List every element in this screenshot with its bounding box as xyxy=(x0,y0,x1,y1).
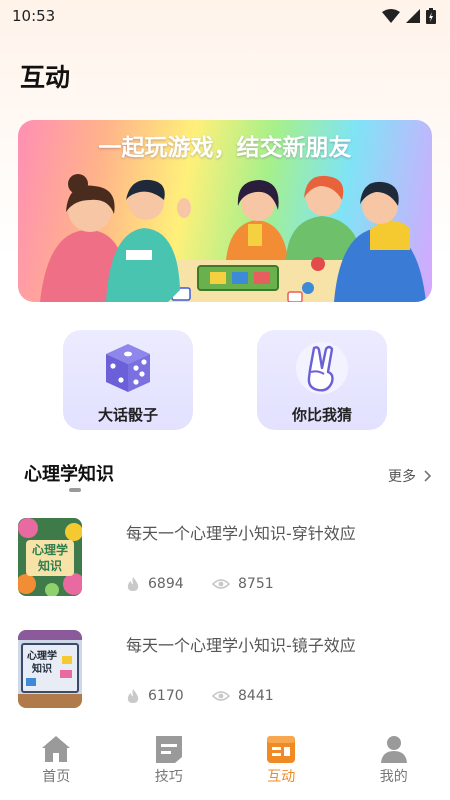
tab-label-home: 首页 xyxy=(42,769,71,785)
tab-label-profile: 我的 xyxy=(379,769,408,785)
tab-label-interaction: 互动 xyxy=(267,769,296,785)
profile-icon xyxy=(380,736,407,763)
section-title: 心理学知识 xyxy=(24,464,114,485)
page-title: 互动 xyxy=(20,63,71,92)
status-time: 10:53 xyxy=(12,7,56,25)
chevron-right-icon xyxy=(424,470,432,482)
views-count: 8441 xyxy=(238,688,274,704)
status-icons xyxy=(382,8,436,24)
wifi-icon xyxy=(382,9,400,23)
likes-stat: 6170 xyxy=(126,688,184,704)
article-thumbnail: 心理学知识 xyxy=(18,518,82,596)
article-item[interactable]: 心理学知识 每天一个心理学小知识-穿针效应 6894 8751 xyxy=(18,518,432,598)
game-label-dice: 大话骰子 xyxy=(97,406,158,424)
tab-profile[interactable]: 我的 xyxy=(338,728,450,800)
victory-hand-icon xyxy=(296,342,348,394)
tab-tips[interactable]: 技巧 xyxy=(113,728,226,800)
game-label-guess: 你比我猜 xyxy=(291,406,352,424)
tips-icon xyxy=(155,736,182,763)
article-thumbnail: 心理学知识 xyxy=(18,630,82,708)
status-bar: 10:53 xyxy=(0,0,450,32)
likes-count: 6894 xyxy=(148,576,184,592)
game-card-guess[interactable]: 你比我猜 xyxy=(257,330,387,430)
banner-headline: 一起玩游戏，结交新朋友 xyxy=(98,135,352,161)
eye-icon xyxy=(212,691,230,701)
tab-interaction[interactable]: 互动 xyxy=(225,728,338,800)
likes-stat: 6894 xyxy=(126,576,184,592)
section-title-indicator xyxy=(69,488,81,492)
views-stat: 8751 xyxy=(212,576,274,592)
battery-icon xyxy=(426,8,436,24)
game-banner[interactable]: 一起玩游戏，结交新朋友 xyxy=(18,120,432,302)
home-icon xyxy=(42,736,71,762)
psychology-section-header: 心理学知识 更多 xyxy=(24,460,434,492)
game-card-dice[interactable]: 大话骰子 xyxy=(63,330,193,430)
article-item[interactable]: 心理学知识 每天一个心理学小知识-镜子效应 6170 8441 xyxy=(18,630,432,710)
thumbnail-text: 心理学知识 xyxy=(27,651,57,675)
dice-icon xyxy=(106,344,150,392)
thumbnail-text: 心理学知识 xyxy=(31,543,68,573)
more-link[interactable]: 更多 xyxy=(388,466,432,486)
bottom-tab-bar: 首页 技巧 互动 我的 xyxy=(0,728,450,800)
article-title: 每天一个心理学小知识-镜子效应 xyxy=(126,636,356,655)
flame-icon xyxy=(127,577,139,591)
tab-home[interactable]: 首页 xyxy=(0,728,113,800)
eye-icon xyxy=(212,579,230,589)
more-label: 更多 xyxy=(388,469,416,485)
likes-count: 6170 xyxy=(148,688,184,704)
flame-icon xyxy=(127,689,139,703)
views-stat: 8441 xyxy=(212,688,274,704)
article-title: 每天一个心理学小知识-穿针效应 xyxy=(126,524,356,543)
views-count: 8751 xyxy=(238,576,274,592)
signal-icon xyxy=(406,9,420,23)
interaction-icon xyxy=(267,736,296,763)
tab-label-tips: 技巧 xyxy=(154,769,183,785)
